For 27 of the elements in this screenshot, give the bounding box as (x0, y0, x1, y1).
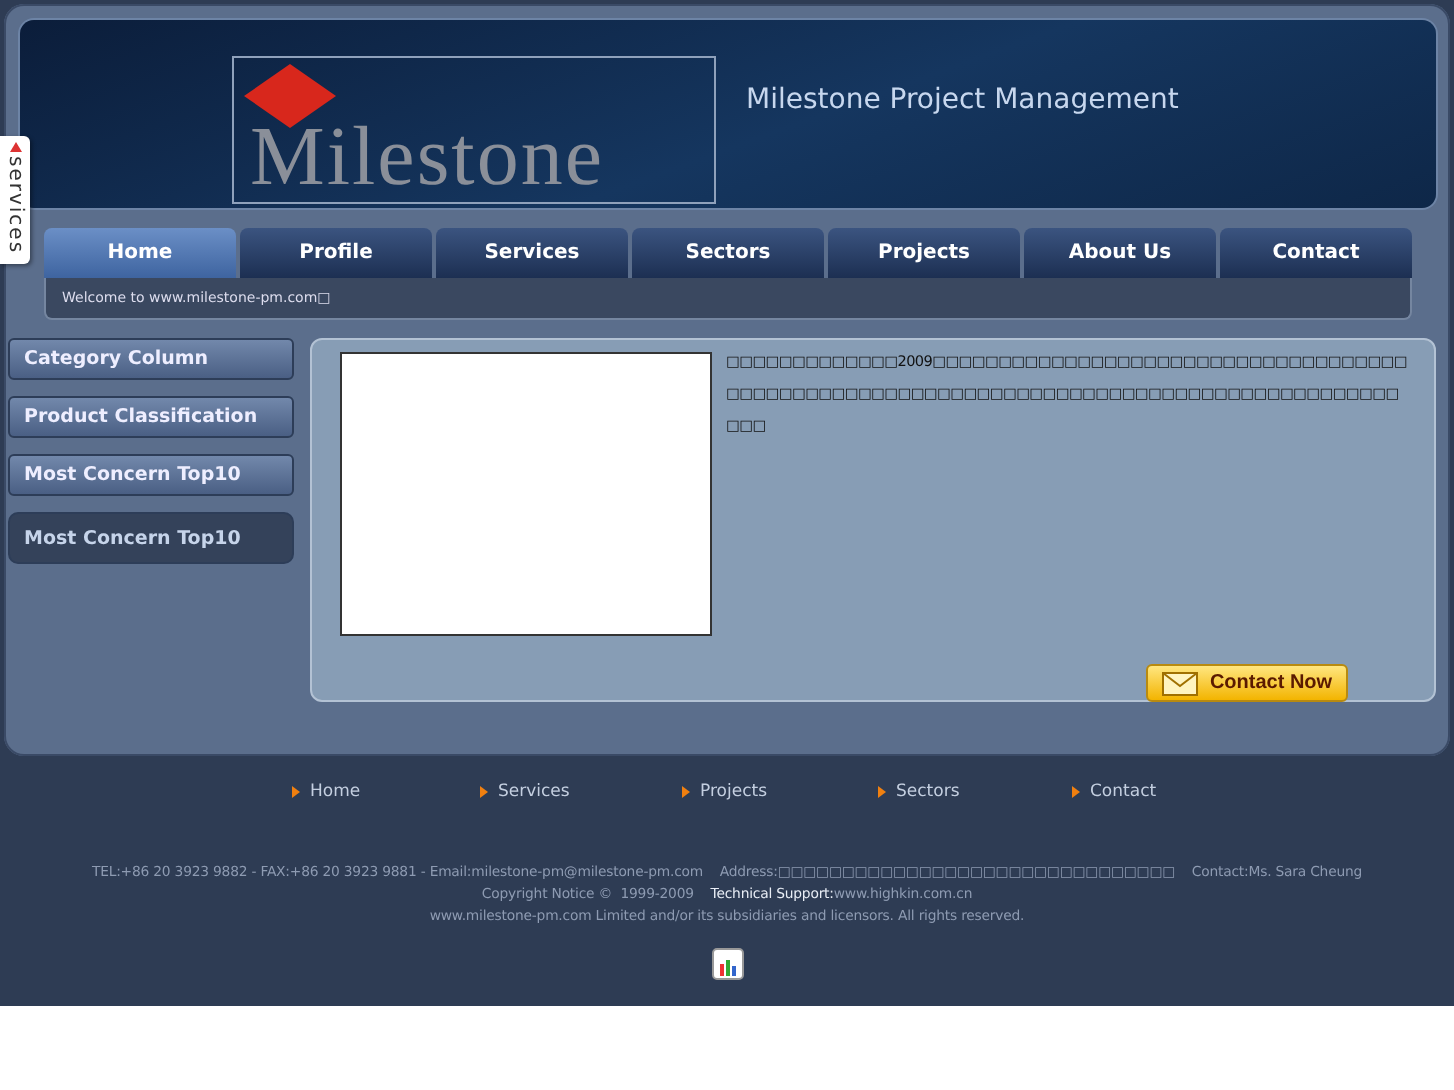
sidebar-item[interactable]: Most Concern Top10 (8, 512, 294, 564)
nav-tab[interactable]: Profile (240, 228, 432, 278)
triangle-icon (292, 786, 300, 798)
footer-link[interactable]: Services (480, 782, 682, 802)
triangle-icon (878, 786, 886, 798)
sidebar-item[interactable]: Category Column (8, 338, 294, 380)
envelope-icon (1161, 671, 1198, 695)
footer-link[interactable]: Sectors (878, 782, 1072, 802)
footer-link[interactable]: Projects (682, 782, 878, 802)
services-tab[interactable]: services (0, 136, 30, 264)
footer-link[interactable]: Contact (1072, 782, 1260, 802)
triangle-icon (682, 786, 690, 798)
site-title: Milestone Project Management (746, 84, 1179, 116)
nav-tab[interactable]: Services (436, 228, 628, 278)
nav-tab[interactable]: About Us (1024, 228, 1216, 278)
sidebar-item[interactable]: Product Classification (8, 396, 294, 438)
sidebar-item[interactable]: Most Concern Top10 (8, 454, 294, 496)
footer-link[interactable]: Home (292, 782, 480, 802)
triangle-icon (1072, 786, 1080, 798)
nav-tab[interactable]: Home (44, 228, 236, 278)
nav-tab[interactable]: Projects (828, 228, 1020, 278)
nav-tab[interactable]: Sectors (632, 228, 824, 278)
stats-icon[interactable] (711, 948, 743, 980)
nav-tab[interactable]: Contact (1220, 228, 1412, 278)
contact-now-button[interactable]: Contact Now (1146, 664, 1348, 702)
logo-text: Milestone (250, 118, 604, 198)
triangle-icon (480, 786, 488, 798)
